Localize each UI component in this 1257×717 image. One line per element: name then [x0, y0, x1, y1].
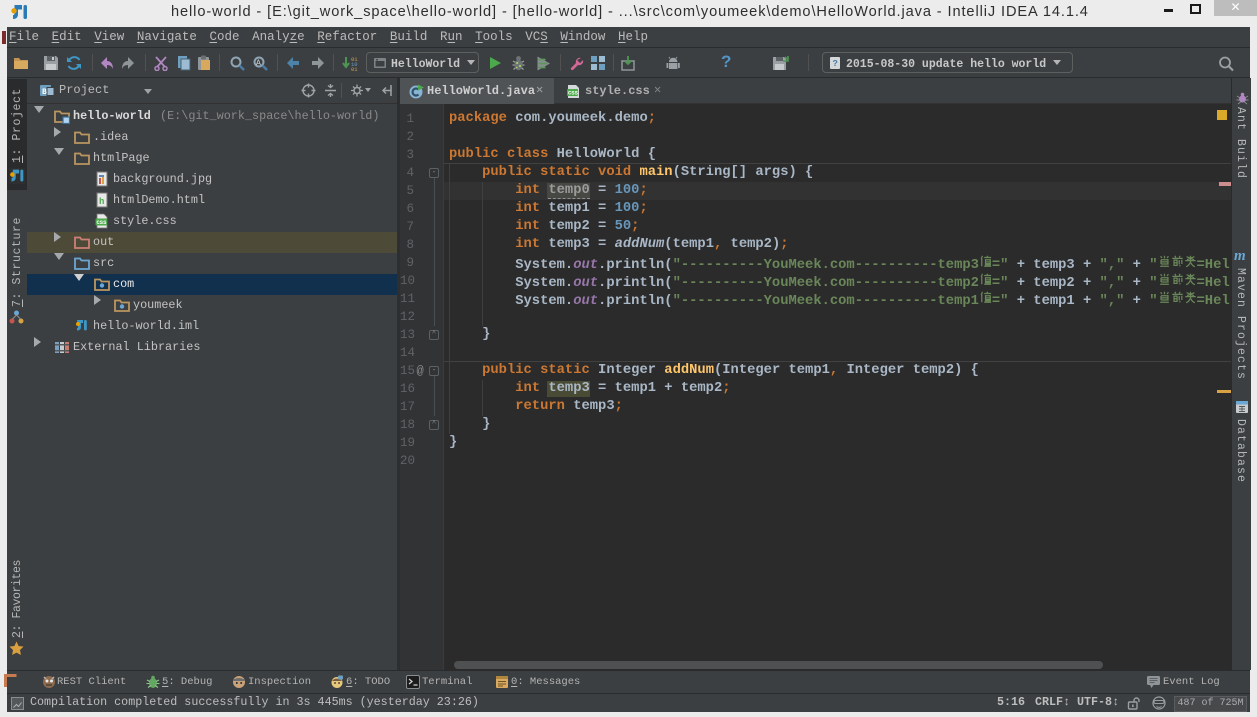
svg-text:01: 01 [351, 66, 358, 73]
svg-text:CSS: CSS [97, 219, 108, 226]
svg-text:B: B [42, 88, 47, 97]
svg-text:CSS: CSS [568, 90, 579, 97]
svg-text:?: ? [833, 59, 838, 69]
svg-text:A: A [256, 59, 261, 68]
svg-text:h: h [99, 197, 104, 207]
